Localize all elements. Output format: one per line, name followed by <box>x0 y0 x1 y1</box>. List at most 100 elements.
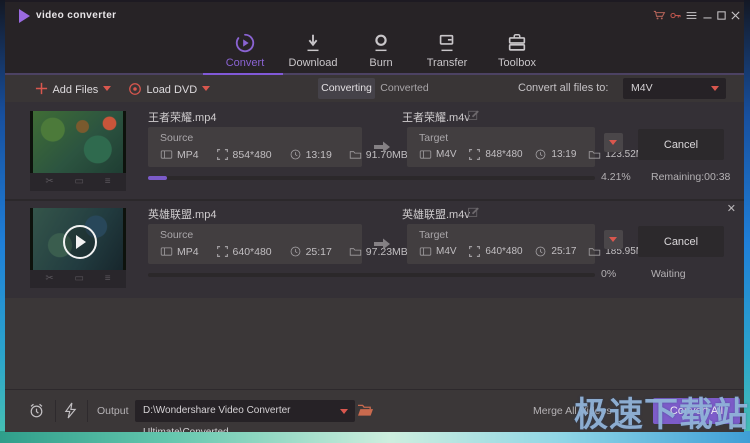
progress-status-2: Waiting <box>651 268 686 280</box>
source-resolution-1: 854*480 <box>233 149 272 161</box>
thumbnail-image-1 <box>33 111 123 173</box>
dropdown-caret-icon <box>609 140 617 145</box>
source-info-box-1: Source MP4 854*480 13:19 91.70MB <box>148 127 362 167</box>
target-filename-1: 王者荣耀.m4v <box>402 109 470 125</box>
remove-file-icon[interactable]: ✕ <box>727 202 736 215</box>
minimize-icon[interactable] <box>701 9 715 23</box>
progress-percent-2: 0% <box>601 268 639 280</box>
format-caret-icon <box>711 86 719 91</box>
bottom-bar: Output D:\Wondershare Video Converter Ul… <box>5 389 744 432</box>
target-duration-2: 25:17 <box>551 246 576 257</box>
plus-icon <box>35 82 48 95</box>
disc-icon <box>128 82 142 96</box>
duration-icon <box>289 245 302 258</box>
dropdown-caret-icon <box>609 237 617 242</box>
close-icon[interactable] <box>729 9 743 23</box>
duration-icon <box>534 245 547 258</box>
target-settings-dropdown-2[interactable] <box>604 230 623 249</box>
convert-all-button[interactable]: Convert All <box>653 398 740 424</box>
convert-arrow-icon <box>373 140 391 154</box>
output-format-select[interactable]: M4V <box>623 78 726 99</box>
add-files-label: Add Files <box>52 84 98 96</box>
tab-converted[interactable]: Converted <box>376 78 433 99</box>
convert-all-files-label: Convert all files to: <box>518 82 608 94</box>
target-info-box-2: Target M4V 640*480 25:17 185.95MB <box>407 224 595 264</box>
tab-burn[interactable]: Burn <box>349 32 413 69</box>
menu-icon[interactable] <box>685 9 699 23</box>
cart-icon[interactable] <box>653 9 667 23</box>
file-list-area: ✂ ▭ ≡ 王者荣耀.mp4 Source MP4 854*480 13:19 … <box>5 102 744 390</box>
load-dvd-button[interactable]: Load DVD <box>128 80 210 98</box>
load-dvd-caret-icon[interactable] <box>202 86 210 91</box>
download-icon <box>302 32 324 54</box>
target-settings-dropdown-1[interactable] <box>604 133 623 152</box>
tab-toolbox[interactable]: Toolbox <box>485 32 549 69</box>
source-duration-1: 13:19 <box>306 149 332 161</box>
source-duration-2: 25:17 <box>306 246 332 258</box>
play-overlay-icon[interactable] <box>63 225 97 259</box>
file-rows: ✂ ▭ ≡ 王者荣耀.mp4 Source MP4 854*480 13:19 … <box>5 102 744 298</box>
file-row-1: ✂ ▭ ≡ 王者荣耀.mp4 Source MP4 854*480 13:19 … <box>5 104 744 199</box>
resolution-icon <box>216 245 229 258</box>
source-info-box-2: Source MP4 640*480 25:17 97.23MB <box>148 224 362 264</box>
format-icon <box>160 148 173 161</box>
source-filename-2: 英雄联盟.mp4 <box>148 206 216 222</box>
toolbox-icon <box>506 32 528 54</box>
high-speed-icon[interactable] <box>63 402 78 419</box>
toolbar: Add Files Load DVD Converting Converted … <box>5 75 744 102</box>
video-thumbnail-1[interactable] <box>30 111 126 173</box>
rename-icon[interactable] <box>467 205 480 218</box>
tab-download-label: Download <box>281 57 345 69</box>
target-resolution-2: 640*480 <box>485 246 522 257</box>
output-format-value: M4V <box>631 82 653 94</box>
burn-icon <box>370 32 392 54</box>
progress-track-1 <box>148 176 595 180</box>
format-icon <box>419 245 432 258</box>
tab-toolbox-label: Toolbox <box>485 57 549 69</box>
filesize-icon <box>588 148 601 161</box>
maximize-icon[interactable] <box>715 9 729 23</box>
tab-download[interactable]: Download <box>281 32 345 69</box>
desktop-wallpaper-bottom <box>0 431 750 443</box>
rename-icon[interactable] <box>467 108 480 121</box>
progress-percent-1: 4.21% <box>601 171 639 183</box>
target-caption: Target <box>419 132 448 144</box>
tab-transfer[interactable]: Transfer <box>415 32 479 69</box>
tab-convert[interactable]: Convert <box>213 32 277 69</box>
edit-tools-strip-2[interactable]: ✂ ▭ ≡ <box>30 270 126 288</box>
app-logo-icon <box>19 9 30 23</box>
cancel-button-2[interactable]: Cancel <box>638 226 724 257</box>
main-nav: Convert Download Burn Transfer <box>5 30 744 73</box>
tab-burn-label: Burn <box>349 57 413 69</box>
open-folder-icon[interactable] <box>357 403 374 418</box>
app-window: video converter Convert <box>5 0 744 432</box>
add-files-caret-icon[interactable] <box>103 86 111 91</box>
filesize-icon <box>349 245 362 258</box>
schedule-icon[interactable] <box>28 402 45 419</box>
file-row-2: ✕ ✂ ▭ ≡ 英雄联盟.mp4 Source MP4 640*480 25:1… <box>5 199 744 296</box>
output-path-value: D:\Wondershare Video Converter Ultimate\… <box>143 405 291 432</box>
target-info-box-1: Target M4V 848*480 13:19 123.52MB <box>407 127 595 167</box>
cancel-button-1[interactable]: Cancel <box>638 129 724 160</box>
resolution-icon <box>468 245 481 258</box>
format-icon <box>419 148 432 161</box>
divider <box>55 400 56 422</box>
duration-icon <box>289 148 302 161</box>
tab-transfer-label: Transfer <box>415 57 479 69</box>
edit-tools-strip-1[interactable]: ✂ ▭ ≡ <box>30 173 126 191</box>
key-icon[interactable] <box>669 9 683 23</box>
source-resolution-2: 640*480 <box>233 246 272 258</box>
source-format-1: MP4 <box>177 149 199 161</box>
tab-convert-label: Convert <box>213 57 277 69</box>
transfer-icon <box>436 32 458 54</box>
titlebar: video converter <box>5 2 744 30</box>
target-caption: Target <box>419 229 448 241</box>
tab-converting[interactable]: Converting <box>318 78 375 99</box>
target-duration-1: 13:19 <box>551 149 576 160</box>
convert-arrow-icon <box>373 237 391 251</box>
add-files-button[interactable]: Add Files <box>35 80 111 98</box>
video-thumbnail-2[interactable] <box>30 208 126 270</box>
target-format-1: M4V <box>436 149 457 160</box>
merge-all-label[interactable]: Merge All Videos <box>533 405 612 417</box>
output-path-select[interactable]: D:\Wondershare Video Converter Ultimate\… <box>135 400 355 422</box>
